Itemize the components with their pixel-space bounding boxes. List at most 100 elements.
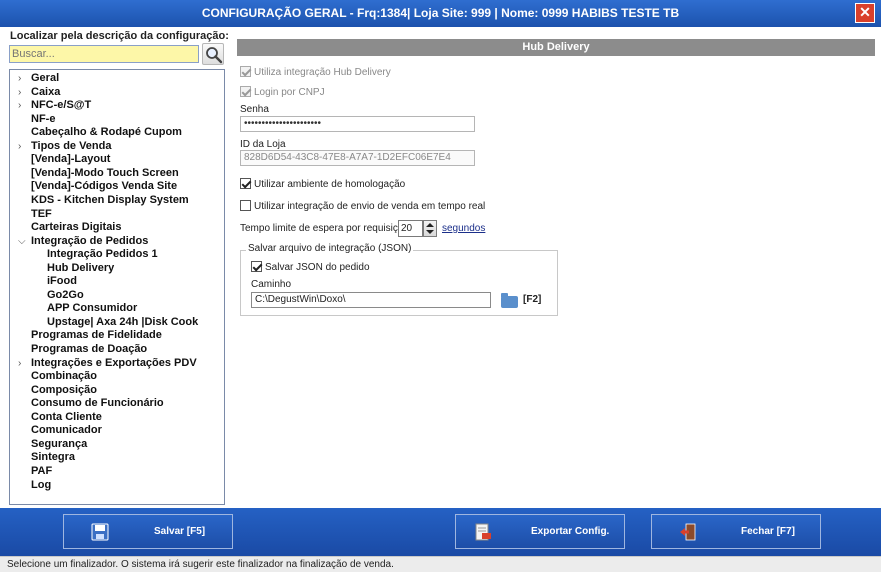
tree-item[interactable]: [Venda]-Layout: [31, 153, 110, 166]
json-group-title: Salvar arquivo de integração (JSON): [246, 243, 414, 254]
tree-item[interactable]: NF-e: [31, 113, 55, 126]
tree-item[interactable]: Consumo de Funcionário: [31, 397, 164, 410]
timeout-stepper-buttons[interactable]: [423, 220, 437, 237]
homologacao-checkbox-row[interactable]: Utilizar ambiente de homologação: [240, 178, 405, 192]
tree-item[interactable]: Hub Delivery: [47, 262, 114, 275]
tree-item[interactable]: PAF: [31, 465, 52, 478]
tree-item[interactable]: Programas de Fidelidade: [31, 329, 162, 342]
tree-item[interactable]: Segurança: [31, 438, 87, 451]
tree-item-label: Go2Go: [47, 288, 84, 301]
chevron-right-icon[interactable]: ›: [18, 140, 21, 153]
senha-field[interactable]: ••••••••••••••••••••••: [240, 116, 475, 132]
config-panel: Hub Delivery Utiliza integração Hub Deli…: [232, 27, 881, 508]
tree-item-label: [Venda]-Códigos Venda Site: [31, 180, 178, 193]
tree-item[interactable]: Upstage| Axa 24h |Disk Cook: [47, 316, 198, 329]
path-shortcut: [F2]: [523, 294, 542, 305]
config-tree[interactable]: › Geral › Caixa › NFC-e/S@T NF-e Cabeçalho & Ro…: [9, 69, 225, 505]
tree-item[interactable]: Integração Pedidos 1: [47, 248, 158, 261]
floppy-disk-icon: [91, 523, 109, 541]
tree-item-label: Programas de Doação: [31, 343, 148, 355]
tree-item-label: Carteiras Digitais: [31, 221, 122, 234]
tree-item-label: Consumo de Funcionário: [31, 397, 164, 410]
tree-item-label: Combinação: [31, 370, 98, 383]
tree-item[interactable]: KDS - Kitchen Display System: [31, 194, 189, 207]
tree-item[interactable]: Programas de Doação: [31, 343, 147, 356]
updown-arrows-icon: [426, 223, 434, 234]
tree-item[interactable]: [Venda]-Códigos Venda Site: [31, 180, 177, 193]
use-hub-label: Utiliza integração Hub Delivery: [254, 67, 391, 78]
chevron-right-icon[interactable]: ›: [18, 72, 21, 85]
tree-item-label: Integração de Pedidos: [31, 234, 149, 247]
tree-item-label: Conta Cliente: [31, 410, 102, 423]
tempo-real-checkbox-row[interactable]: Utilizar integração de envio de venda em…: [240, 200, 485, 214]
tree-item-label: Programas de Fidelidade: [31, 329, 162, 342]
save-button[interactable]: Salvar [F5]: [63, 514, 233, 549]
tree-item[interactable]: › Geral: [18, 72, 60, 85]
title-bar: CONFIGURAÇÃO GERAL - Frq:1384| Loja Site…: [0, 0, 881, 27]
save-button-label: Salvar [F5]: [154, 526, 206, 537]
tempo-real-label: Utilizar integração de envio de venda em…: [254, 201, 486, 212]
tree-item[interactable]: ⌵ Integração de Pedidos: [18, 234, 149, 248]
search-button[interactable]: [202, 43, 224, 65]
tree-item[interactable]: Combinação: [31, 370, 97, 383]
tree-item[interactable]: TEF: [31, 208, 52, 221]
tree-item[interactable]: Composição: [31, 384, 97, 397]
tree-item[interactable]: Log: [31, 479, 51, 492]
timeout-unit-link[interactable]: segundos: [442, 223, 485, 234]
export-config-label: Exportar Config.: [531, 526, 610, 537]
close-icon: ✕: [859, 4, 871, 20]
save-json-label: Salvar JSON do pedido: [265, 262, 370, 273]
search-input[interactable]: [9, 45, 199, 63]
use-hub-checkbox[interactable]: [240, 66, 251, 77]
tree-item-label: Cabeçalho & Rodapé Cupom: [31, 126, 182, 139]
tree-item[interactable]: › Integrações e Exportações PDV: [18, 357, 197, 370]
tree-item-label: APP Consumidor: [47, 302, 138, 315]
senha-label: Senha: [240, 104, 269, 115]
export-document-icon: [475, 523, 491, 541]
tree-item[interactable]: Cabeçalho & Rodapé Cupom: [31, 126, 182, 139]
path-field[interactable]: C:\DegustWin\Doxo\: [251, 292, 491, 308]
folder-icon[interactable]: [501, 293, 518, 308]
tree-item-label: iFood: [47, 275, 77, 288]
close-window-button[interactable]: ✕: [855, 3, 875, 23]
tree-item[interactable]: Conta Cliente: [31, 411, 102, 424]
save-json-checkbox-row[interactable]: Salvar JSON do pedido: [251, 261, 370, 275]
tempo-real-checkbox[interactable]: [240, 200, 251, 211]
window-title: CONFIGURAÇÃO GERAL - Frq:1384| Loja Site…: [201, 6, 680, 20]
chevron-down-icon[interactable]: ⌵: [18, 235, 26, 248]
tree-item[interactable]: › Caixa: [18, 85, 61, 99]
tree-item[interactable]: [Venda]-Modo Touch Screen: [31, 167, 179, 180]
tree-item[interactable]: Comunicador: [31, 424, 102, 437]
tree-item-label: TEF: [31, 207, 52, 220]
tree-item[interactable]: Sintegra: [31, 451, 75, 464]
tree-item[interactable]: Carteiras Digitais: [31, 221, 121, 234]
tree-item-label: Geral: [31, 72, 60, 84]
save-json-checkbox[interactable]: [251, 261, 262, 272]
tree-item-label: Integração Pedidos 1: [47, 248, 158, 261]
tree-item-label: PAF: [31, 464, 53, 477]
login-cnpj-checkbox-row[interactable]: Login por CNPJ: [240, 86, 325, 100]
chevron-right-icon[interactable]: ›: [18, 357, 21, 370]
tree-item-label: Caixa: [31, 85, 61, 98]
id-loja-field[interactable]: 828D6D54-43C8-47E8-A7A7-1D2EFC06E7E4: [240, 150, 475, 166]
tree-item[interactable]: iFood: [47, 275, 77, 288]
chevron-right-icon[interactable]: ›: [18, 86, 21, 99]
tree-item[interactable]: › NFC-e/S@T: [18, 99, 92, 112]
close-button[interactable]: Fechar [F7]: [651, 514, 821, 549]
tree-item-label: NFC-e/S@T: [31, 99, 92, 112]
id-loja-label: ID da Loja: [240, 139, 286, 150]
homologacao-checkbox[interactable]: [240, 178, 251, 189]
use-hub-checkbox-row[interactable]: Utiliza integração Hub Delivery: [240, 66, 391, 80]
tree-item-label: [Venda]-Modo Touch Screen: [31, 166, 179, 179]
tree-item-label: Sintegra: [31, 451, 76, 464]
tree-item[interactable]: Go2Go: [47, 289, 84, 302]
tree-item[interactable]: › Tipos de Venda: [18, 140, 112, 153]
timeout-stepper[interactable]: 20: [398, 220, 423, 237]
chevron-right-icon[interactable]: ›: [18, 99, 21, 112]
tree-item-label: Comunicador: [31, 424, 102, 437]
timeout-label: Tempo limite de espera por requisição: [240, 223, 409, 234]
export-config-button[interactable]: Exportar Config.: [455, 514, 625, 549]
tree-item[interactable]: APP Consumidor: [47, 302, 137, 315]
tree-item-label: Upstage| Axa 24h |Disk Cook: [47, 315, 199, 328]
login-cnpj-checkbox[interactable]: [240, 86, 251, 97]
